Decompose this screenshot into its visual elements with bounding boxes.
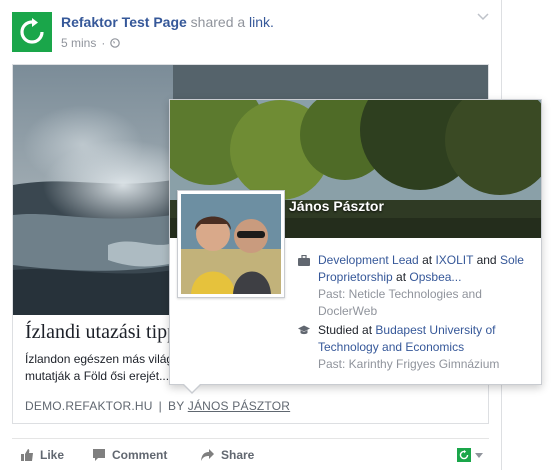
- comment-label: Comment: [112, 448, 168, 462]
- author-link[interactable]: JÁNOS PÁSZTOR: [188, 399, 290, 413]
- work-info: Development Lead at IXOLIT and Sole Prop…: [298, 252, 540, 320]
- link-source: DEMO.REFAKTOR.HU | BY JÁNOS PÁSZTOR: [25, 399, 290, 413]
- post-meta: 5 mins ·: [61, 36, 121, 50]
- page-avatar: [457, 448, 471, 462]
- work-at-text-2: at: [396, 270, 407, 284]
- page-name-link[interactable]: Refaktor Test Page: [61, 14, 187, 30]
- graduation-cap-icon: [298, 325, 310, 335]
- meta-separator: ·: [101, 36, 106, 50]
- past-education: Past: Karinthy Frigyes Gimnázium: [318, 357, 500, 371]
- source-separator: |: [158, 399, 162, 413]
- hovercard-tail: [184, 384, 200, 392]
- past-work: Past: Neticle Technologies and DoclerWeb: [318, 287, 482, 318]
- work-text: Development Lead at IXOLIT and Sole Prop…: [318, 252, 540, 320]
- work-role-link[interactable]: Development Lead: [318, 253, 419, 267]
- share-icon: [201, 449, 214, 461]
- comment-icon: [93, 449, 105, 461]
- like-label: Like: [40, 448, 65, 462]
- like-button[interactable]: Like: [20, 448, 64, 462]
- page-logo[interactable]: [12, 12, 52, 52]
- refaktor-logo-icon: [20, 18, 44, 44]
- link-domain: DEMO.REFAKTOR.HU: [25, 399, 153, 413]
- post-as-selector[interactable]: [457, 448, 483, 462]
- action-text: shared a: [190, 14, 246, 30]
- share-button[interactable]: Share: [200, 448, 254, 462]
- link-title[interactable]: Ízlandi utazási tipp: [25, 321, 177, 344]
- chevron-down-icon: [475, 452, 483, 458]
- refaktor-logo-icon: [459, 450, 469, 460]
- work-at-text: at: [422, 253, 433, 267]
- comment-button[interactable]: Comment: [92, 448, 167, 462]
- by-label: BY: [168, 399, 185, 413]
- education-text: Studied at Budapest University of Techno…: [318, 322, 540, 373]
- post-header: Refaktor Test Page shared a link.: [61, 14, 274, 30]
- company-link-2[interactable]: Opsbea...: [409, 270, 461, 284]
- timestamp[interactable]: 5 mins: [61, 36, 96, 50]
- briefcase-icon: [298, 255, 310, 266]
- action-bar: Like Comment Share: [12, 438, 489, 466]
- like-icon: [21, 449, 33, 461]
- globe-icon[interactable]: [110, 38, 121, 48]
- link-description: Ízlandon egészen más világ mutatják a Fö…: [25, 352, 174, 383]
- profile-picture[interactable]: [177, 190, 285, 298]
- profile-hovercard: János Pásztor Development Lead at IXOLIT…: [169, 99, 542, 394]
- work-and-text: and: [476, 253, 497, 267]
- share-label: Share: [221, 448, 255, 462]
- profile-name[interactable]: János Pásztor: [289, 198, 384, 214]
- chevron-down-icon[interactable]: [477, 13, 489, 21]
- education-info: Studied at Budapest University of Techno…: [298, 322, 540, 373]
- link-word[interactable]: link.: [249, 14, 274, 30]
- company-link-1[interactable]: IXOLIT: [435, 253, 473, 267]
- studied-at-text: Studied at: [318, 323, 373, 337]
